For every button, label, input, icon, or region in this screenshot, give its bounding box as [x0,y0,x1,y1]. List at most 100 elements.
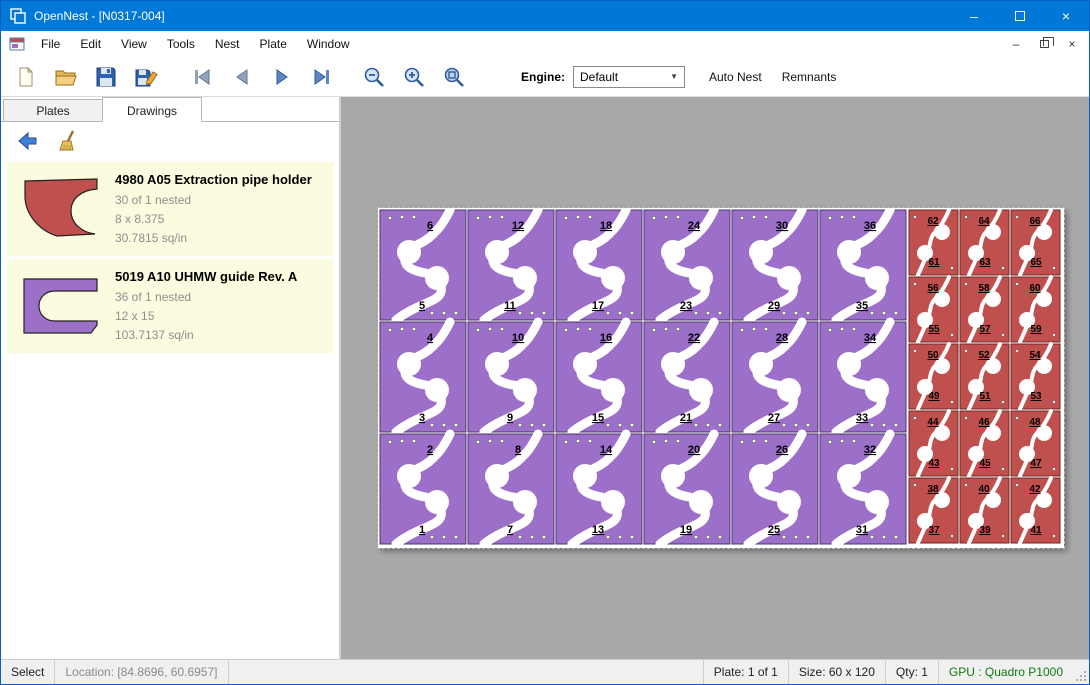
drawing-list-item[interactable]: 5019 A10 UHMW guide Rev. A 36 of 1 neste… [7,259,333,353]
nested-part-pair-red[interactable]: 4443 [909,411,958,476]
part-number: 1 [419,524,425,536]
nested-part-pair-red[interactable]: 5655 [909,277,958,342]
nested-part-pair-purple[interactable]: 1817 [556,210,642,320]
mdi-restore-button[interactable] [1035,36,1053,52]
mdi-minimize-button[interactable]: – [1007,36,1025,52]
send-back-button[interactable] [13,128,41,154]
zoom-fit-button[interactable] [439,62,469,92]
nested-part-pair-red[interactable]: 5251 [960,344,1009,409]
nested-part-pair-red[interactable]: 6463 [960,210,1009,275]
broom-icon [57,129,81,153]
menu-nest[interactable]: Nest [205,32,250,56]
zoom-out-button[interactable] [359,62,389,92]
engine-label: Engine: [521,70,565,84]
menu-file[interactable]: File [31,32,70,56]
part-number: 49 [928,391,940,402]
plate[interactable]: 6512111817242330293635431091615222128273… [378,208,1064,548]
nested-part-pair-purple[interactable]: 2221 [644,322,730,432]
minimize-button[interactable]: – [951,1,997,31]
open-folder-icon [54,66,78,88]
nested-part-pair-purple[interactable]: 2827 [732,322,818,432]
nested-part-pair-red[interactable]: 5857 [960,277,1009,342]
mdi-restore-icon [1040,40,1049,48]
menu-window[interactable]: Window [297,32,360,56]
first-plate-button[interactable] [187,62,217,92]
maximize-icon [1015,11,1025,21]
nested-part-pair-purple[interactable]: 1615 [556,322,642,432]
nested-part-pair-red[interactable]: 4847 [1011,411,1060,476]
close-button[interactable]: × [1043,1,1089,31]
part-number: 40 [978,484,990,495]
part-number: 19 [680,524,692,536]
menu-tools[interactable]: Tools [157,32,205,56]
blue-arrow-icon [15,129,39,153]
nested-part-pair-red[interactable]: 6059 [1011,277,1060,342]
nested-part-pair-purple[interactable]: 1211 [468,210,554,320]
auto-nest-button[interactable]: Auto Nest [699,64,772,90]
nested-part-pair-purple[interactable]: 3029 [732,210,818,320]
drawings-toolbar [1,122,339,160]
part-number: 36 [864,220,876,232]
engine-dropdown[interactable]: Default ▼ [573,66,685,88]
part-number: 33 [856,412,868,424]
part-number: 21 [680,412,692,424]
previous-plate-button[interactable] [227,62,257,92]
menu-edit[interactable]: Edit [70,32,111,56]
next-plate-button[interactable] [267,62,297,92]
nested-part-pair-red[interactable]: 6261 [909,210,958,275]
part-number: 8 [515,444,521,456]
drawing-list-item[interactable]: 4980 A05 Extraction pipe holder 30 of 1 … [7,162,333,256]
save-icon [95,66,117,88]
nested-part-pair-purple[interactable]: 3231 [820,434,906,544]
part-number: 5 [419,300,425,312]
part-number: 66 [1029,216,1041,227]
part-number: 27 [768,412,780,424]
nested-part-pair-red[interactable]: 4241 [1011,478,1060,543]
main-content: Plates Drawings [1,97,1089,659]
nested-part-pair-purple[interactable]: 3635 [820,210,906,320]
nested-part-pair-purple[interactable]: 3433 [820,322,906,432]
mdi-document-icon[interactable] [9,36,25,52]
nested-part-pair-purple[interactable]: 2625 [732,434,818,544]
nest-canvas-area[interactable]: 6512111817242330293635431091615222128273… [341,97,1089,659]
clear-button[interactable] [55,128,83,154]
nested-part-pair-purple[interactable]: 65 [380,210,466,320]
remnants-button[interactable]: Remnants [772,64,847,90]
tab-plates[interactable]: Plates [3,99,103,121]
part-number: 29 [768,300,780,312]
nested-part-pair-purple[interactable]: 87 [468,434,554,544]
nested-part-pair-purple[interactable]: 2423 [644,210,730,320]
new-button[interactable] [11,62,41,92]
nested-part-pair-purple[interactable]: 43 [380,322,466,432]
tab-drawings[interactable]: Drawings [102,97,202,122]
nested-part-pair-red[interactable]: 4039 [960,478,1009,543]
maximize-button[interactable] [997,1,1043,31]
part-number: 55 [928,324,940,335]
mdi-close-button[interactable]: × [1063,36,1081,52]
nested-part-pair-red[interactable]: 6665 [1011,210,1060,275]
nested-part-pair-red[interactable]: 5049 [909,344,958,409]
part-thumbnail-red [13,170,109,248]
resize-grip[interactable] [1073,660,1089,684]
part-number: 12 [512,220,524,232]
part-number: 20 [688,444,700,456]
nested-part-pair-red[interactable]: 3837 [909,478,958,543]
nested-part-pair-red[interactable]: 4645 [960,411,1009,476]
nested-part-pair-purple[interactable]: 109 [468,322,554,432]
mdi-window-controls: – × [1007,36,1089,52]
app-icon [10,8,26,24]
nest-svg: 6512111817242330293635431091615222128273… [378,208,1064,548]
part-number: 16 [600,332,612,344]
zoom-in-button[interactable] [399,62,429,92]
nested-part-pair-red[interactable]: 5453 [1011,344,1060,409]
last-plate-button[interactable] [307,62,337,92]
save-button[interactable] [91,62,121,92]
nested-part-pair-purple[interactable]: 21 [380,434,466,544]
nested-part-pair-purple[interactable]: 2019 [644,434,730,544]
menu-view[interactable]: View [111,32,157,56]
open-button[interactable] [51,62,81,92]
nested-part-pair-purple[interactable]: 1413 [556,434,642,544]
menu-plate[interactable]: Plate [250,32,297,56]
save-as-button[interactable] [131,62,161,92]
part-number: 6 [427,220,433,232]
